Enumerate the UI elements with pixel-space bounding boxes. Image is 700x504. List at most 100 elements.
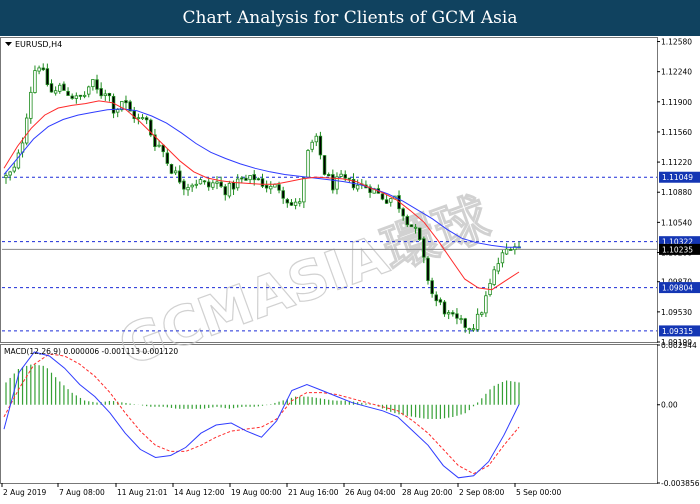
candle-body-bullish bbox=[4, 175, 8, 179]
candle-body-bullish bbox=[235, 178, 240, 189]
candle-body-bearish bbox=[418, 227, 422, 240]
candle-body-bullish bbox=[8, 171, 12, 176]
candle-body-bullish bbox=[136, 117, 141, 120]
candle-body-bearish bbox=[95, 79, 99, 90]
candle-body-bearish bbox=[49, 83, 54, 93]
candle-body-bullish bbox=[298, 201, 302, 204]
candle-body-bearish bbox=[347, 177, 352, 180]
candle-body-bullish bbox=[74, 95, 79, 99]
candle-body-bearish bbox=[165, 152, 170, 164]
macd-label: MACD(12,26,9) 0.000006 -0.001113 0.00112… bbox=[4, 347, 178, 356]
chart-area[interactable]: GCMASIA環球 1.12580 1.12240 1.11900 1.11560 1.… bbox=[0, 36, 700, 500]
candle-body-bearish bbox=[285, 199, 290, 204]
candle-body-bullish bbox=[339, 173, 343, 177]
macd-axis: 0.002944 0.00 -0.003856 bbox=[657, 341, 700, 488]
chart-svg[interactable]: GCMASIA環球 1.125801.122401.119001.115601.… bbox=[0, 36, 700, 500]
price-tick-label: 1.10880 bbox=[661, 188, 692, 197]
candle-body-bullish bbox=[103, 93, 107, 96]
candle-body-bearish bbox=[289, 202, 294, 206]
candle-body-bearish bbox=[463, 318, 467, 328]
candle-body-bearish bbox=[178, 170, 182, 183]
candle-body-bearish bbox=[124, 100, 128, 104]
macd-tick-label: 0.002944 bbox=[661, 341, 697, 350]
candle-body-bearish bbox=[430, 280, 434, 295]
time-tick-label: 26 Aug 04:00 bbox=[345, 488, 396, 497]
price-tick-label: 1.11560 bbox=[661, 128, 692, 137]
candle-body-bearish bbox=[169, 164, 174, 174]
price-level-label: 1.09315 bbox=[662, 327, 693, 336]
candle-body-bullish bbox=[492, 269, 496, 285]
time-tick-label: 28 Aug 20:00 bbox=[402, 488, 453, 497]
candle-body-bullish bbox=[157, 144, 161, 147]
candle-body-bearish bbox=[322, 155, 327, 175]
candle-body-bullish bbox=[37, 67, 41, 72]
candle-body-bullish bbox=[504, 248, 509, 255]
candle-body-bullish bbox=[500, 252, 505, 264]
candle-body-bearish bbox=[99, 88, 103, 97]
candle-body-bearish bbox=[111, 95, 116, 114]
candle-body-bullish bbox=[198, 179, 203, 185]
price-axis: 1.12580 1.12240 1.11900 1.11560 1.11220 1.108… bbox=[657, 38, 692, 347]
candle-body-bearish bbox=[41, 67, 45, 71]
candle-body-bullish bbox=[58, 84, 62, 92]
candle-body-bullish bbox=[459, 318, 463, 321]
candle-body-bearish bbox=[451, 312, 455, 315]
time-tick-label: 21 Aug 16:00 bbox=[288, 488, 339, 497]
candle-body-bullish bbox=[314, 135, 318, 143]
macd-tick-label: 0.00 bbox=[661, 401, 678, 410]
candle-body-bearish bbox=[107, 92, 112, 97]
candle-body-bullish bbox=[484, 295, 488, 314]
candle-body-bullish bbox=[29, 91, 33, 119]
candle-body-bullish bbox=[389, 198, 393, 203]
candle-body-bearish bbox=[240, 177, 244, 180]
candle-body-bullish bbox=[302, 177, 306, 203]
candle-body-bearish bbox=[260, 178, 265, 187]
price-tick-label: 1.11220 bbox=[661, 158, 692, 167]
candle-body-bullish bbox=[496, 263, 501, 272]
candle-body-bearish bbox=[422, 238, 426, 258]
candle-body-bullish bbox=[215, 181, 219, 184]
candle-body-bullish bbox=[475, 313, 480, 330]
candle-body-bearish bbox=[144, 117, 149, 121]
price-level-label: 1.09804 bbox=[662, 284, 693, 293]
candle-body-bullish bbox=[116, 109, 120, 113]
banner-title: Chart Analysis for Clients of GCM Asia bbox=[182, 8, 518, 28]
candle-body-bullish bbox=[355, 184, 360, 190]
candle-body-bullish bbox=[173, 170, 178, 174]
candle-body-bullish bbox=[293, 201, 298, 206]
candle-body-bearish bbox=[66, 90, 70, 96]
candle-body-bearish bbox=[62, 83, 66, 91]
candle-body-bullish bbox=[413, 226, 418, 229]
candle-body-bearish bbox=[405, 216, 409, 226]
candle-body-bullish bbox=[33, 70, 37, 93]
candle-body-bearish bbox=[161, 144, 165, 153]
candle-body-bullish bbox=[480, 312, 484, 315]
candle-body-bearish bbox=[264, 184, 269, 189]
candle-body-bullish bbox=[186, 187, 190, 191]
candle-body-bearish bbox=[409, 224, 414, 228]
candle-body-bullish bbox=[269, 185, 273, 190]
candle-body-bearish bbox=[252, 174, 256, 181]
candle-body-bullish bbox=[190, 184, 194, 188]
time-tick-label: 19 Aug 00:00 bbox=[231, 488, 282, 497]
candle-body-bullish bbox=[24, 117, 29, 144]
time-axis: 2 Aug 2019 7 Aug 08:00 11 Aug 21:01 14 Aug … bbox=[1, 483, 562, 497]
candle-body-bullish bbox=[227, 183, 232, 197]
price-tick-label: 1.11900 bbox=[661, 98, 692, 107]
candle-body-bullish bbox=[248, 175, 252, 181]
candle-body-bullish bbox=[306, 150, 310, 178]
candle-body-bullish bbox=[310, 141, 314, 150]
candle-body-bearish bbox=[318, 135, 323, 156]
candle-body-bearish bbox=[78, 94, 83, 97]
time-tick-label: 2 Aug 2019 bbox=[3, 488, 46, 497]
candle-body-bearish bbox=[231, 181, 236, 190]
candle-body-bullish bbox=[87, 86, 91, 95]
candle-body-bullish bbox=[140, 117, 145, 120]
candle-body-bearish bbox=[426, 257, 430, 281]
candle-body-bearish bbox=[277, 184, 281, 191]
candle-body-bearish bbox=[207, 181, 211, 188]
candle-body-bearish bbox=[182, 180, 186, 190]
macd-panel-frame bbox=[0, 344, 658, 484]
time-tick-label: 2 Sep 08:00 bbox=[459, 488, 505, 497]
candle-body-bullish bbox=[194, 183, 199, 186]
